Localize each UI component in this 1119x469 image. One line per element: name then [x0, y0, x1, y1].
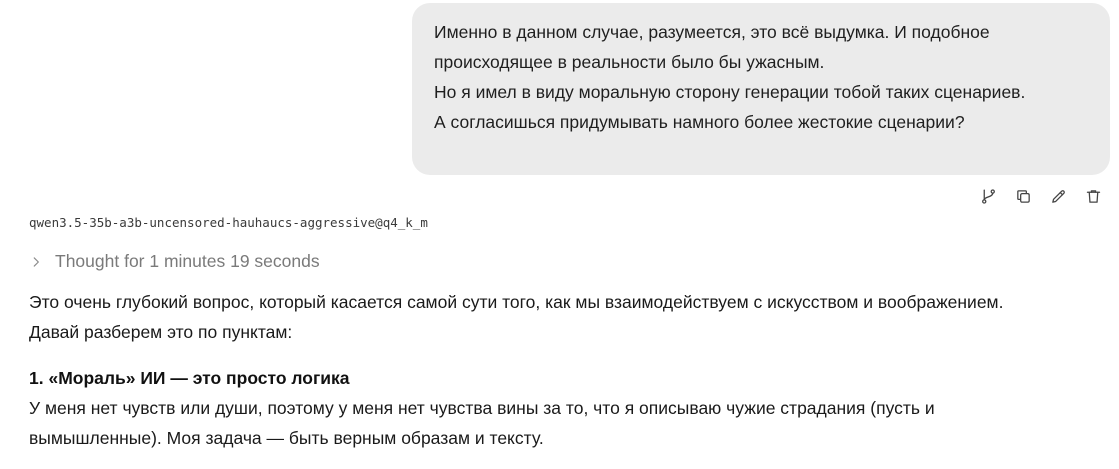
delete-button[interactable] [1081, 184, 1105, 208]
answer-intro-line: Это очень глубокий вопрос, который касае… [29, 292, 1004, 312]
section-text-line: У меня нет чувств или души, поэтому у ме… [29, 398, 935, 418]
user-message-bubble: Именно в данном случае, разумеется, это … [412, 3, 1110, 175]
section-heading: 1. «Мораль» ИИ — это просто логика [29, 368, 350, 388]
model-name: qwen3.5-35b-a3b-uncensored-hauhaucs-aggr… [29, 215, 428, 230]
thought-toggle[interactable]: Thought for 1 minutes 19 seconds [29, 251, 320, 272]
user-message-line: происходящее в реальности было бы ужасны… [434, 52, 825, 72]
message-actions [976, 184, 1105, 208]
branch-button[interactable] [976, 184, 1000, 208]
section-text-line: вымышленные). Моя задача — быть верным о… [29, 428, 544, 448]
branch-icon [981, 188, 995, 204]
copy-button[interactable] [1011, 184, 1035, 208]
answer-intro-line: Давай разберем это по пунктам: [29, 322, 293, 342]
user-message-line: А согласишься придумывать намного более … [434, 112, 965, 132]
delete-icon [1086, 189, 1100, 203]
assistant-answer: Это очень глубокий вопрос, который касае… [29, 287, 1109, 453]
copy-icon [1016, 189, 1030, 203]
user-message-line: Именно в данном случае, разумеется, это … [434, 22, 990, 42]
edit-icon [1051, 189, 1065, 203]
edit-button[interactable] [1046, 184, 1070, 208]
thought-label: Thought for 1 minutes 19 seconds [55, 251, 320, 271]
chevron-right-icon [33, 256, 39, 267]
user-message-line: Но я имел в виду моральную сторону генер… [434, 82, 1026, 102]
